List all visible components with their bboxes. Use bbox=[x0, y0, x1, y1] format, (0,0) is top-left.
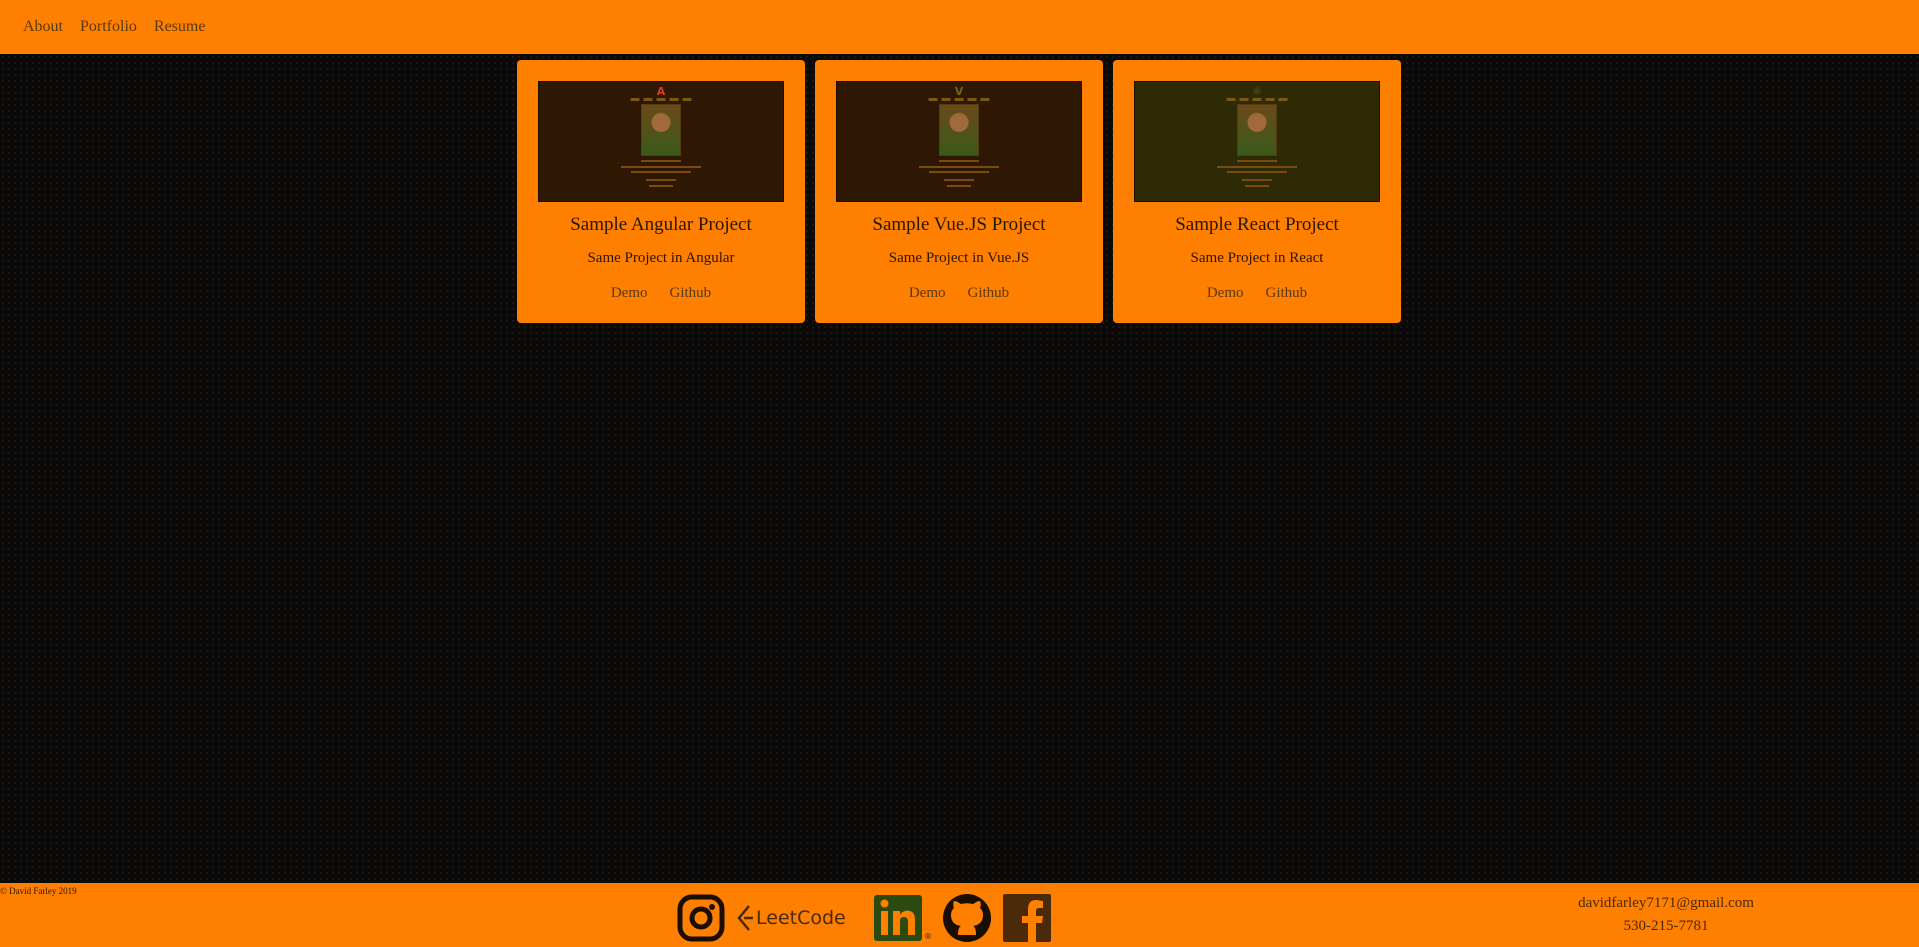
github-link[interactable]: Github bbox=[670, 285, 712, 302]
project-description: Same Project in Angular bbox=[587, 250, 735, 266]
demo-link[interactable]: Demo bbox=[611, 285, 648, 302]
portrait-image bbox=[939, 104, 979, 156]
leetcode-icon[interactable]: LeetCode bbox=[736, 903, 846, 933]
project-title: Sample Angular Project bbox=[570, 214, 752, 235]
nav-link-about[interactable]: About bbox=[23, 18, 63, 36]
project-thumbnail[interactable]: ⚛ bbox=[1134, 81, 1380, 202]
portrait-image bbox=[1237, 104, 1277, 156]
vue-icon: V bbox=[954, 85, 964, 98]
project-card-angular: A Sample Angular Project Same Project in… bbox=[517, 60, 805, 323]
social-links: LeetCode ® bbox=[676, 893, 1052, 943]
portrait-image bbox=[641, 104, 681, 156]
github-icon[interactable] bbox=[942, 893, 992, 943]
react-icon: ⚛ bbox=[1252, 85, 1262, 98]
project-description: Same Project in React bbox=[1190, 250, 1324, 266]
angular-icon: A bbox=[656, 85, 666, 98]
nav-link-resume[interactable]: Resume bbox=[154, 18, 206, 36]
project-title: Sample Vue.JS Project bbox=[872, 214, 1046, 235]
contact-info: davidfarley7171@gmail.com 530-215-7781 bbox=[1571, 895, 1761, 935]
github-link[interactable]: Github bbox=[968, 285, 1010, 302]
email-link[interactable]: davidfarley7171@gmail.com bbox=[1571, 895, 1761, 912]
github-link[interactable]: Github bbox=[1266, 285, 1308, 302]
copyright: © David Farley 2019 bbox=[0, 886, 77, 896]
instagram-icon[interactable] bbox=[676, 893, 726, 943]
footer: © David Farley 2019 LeetCode ® davidfarl… bbox=[0, 883, 1919, 947]
navbar: About Portfolio Resume bbox=[0, 0, 1919, 54]
project-card-react: ⚛ Sample React Project Same Project in R… bbox=[1113, 60, 1401, 323]
leetcode-label: LeetCode bbox=[756, 907, 846, 929]
nav-link-portfolio[interactable]: Portfolio bbox=[80, 18, 137, 36]
demo-link[interactable]: Demo bbox=[1207, 285, 1244, 302]
project-thumbnail[interactable]: V bbox=[836, 81, 1082, 202]
project-cards: A Sample Angular Project Same Project in… bbox=[517, 60, 1401, 323]
project-title: Sample React Project bbox=[1175, 214, 1339, 235]
project-card-vue: V Sample Vue.JS Project Same Project in … bbox=[815, 60, 1103, 323]
project-description: Same Project in Vue.JS bbox=[888, 250, 1030, 266]
demo-link[interactable]: Demo bbox=[909, 285, 946, 302]
project-thumbnail[interactable]: A bbox=[538, 81, 784, 202]
facebook-icon[interactable] bbox=[1002, 893, 1052, 943]
phone-number: 530-215-7781 bbox=[1623, 918, 1709, 934]
linkedin-icon[interactable]: ® bbox=[873, 893, 932, 943]
svg-text:®: ® bbox=[924, 932, 932, 941]
